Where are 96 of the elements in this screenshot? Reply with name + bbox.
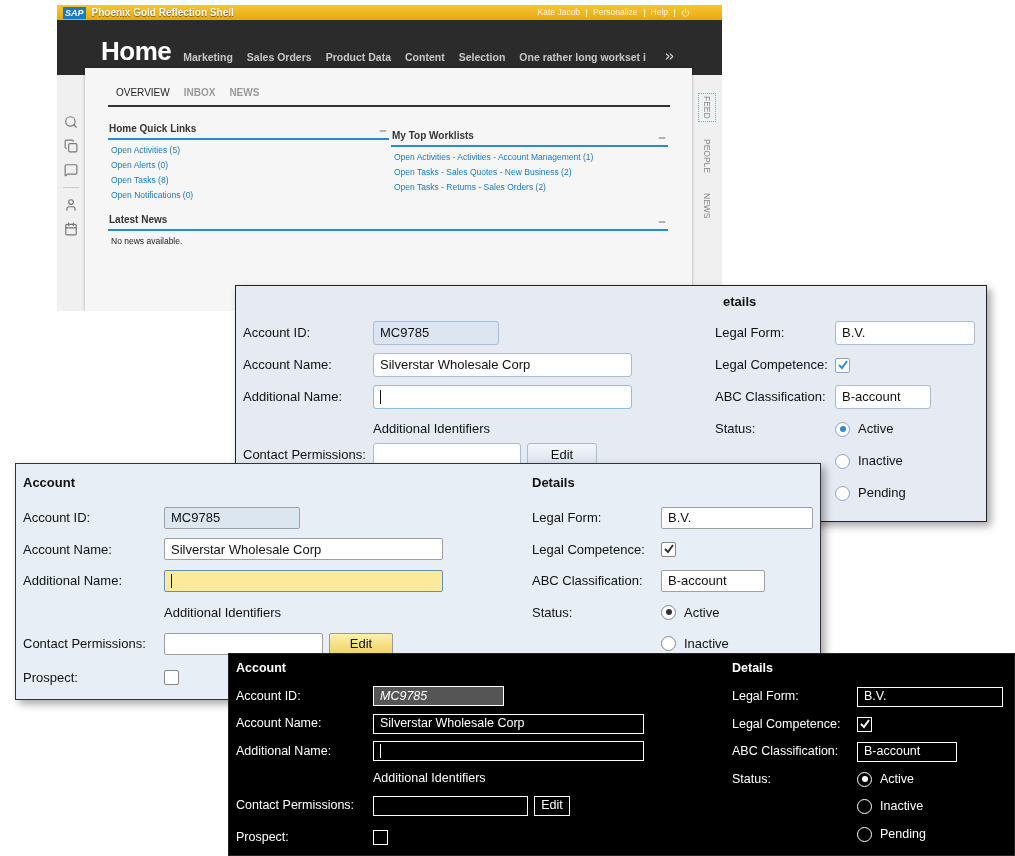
section-title: etails (723, 292, 757, 311)
radio-label: Active (858, 420, 894, 439)
input-field[interactable]: Silverstar Wholesale Corp (373, 353, 632, 377)
input-field[interactable]: MC9785 (164, 506, 300, 529)
workset-tab[interactable]: Marketing (183, 50, 233, 64)
worklist-link[interactable]: Open Activities - Activities - Account Management (1) (394, 150, 668, 165)
section-title: Account (23, 474, 75, 493)
workset-tab[interactable]: Product Data (325, 50, 391, 64)
field-label: Status: (532, 604, 573, 620)
input-field[interactable]: B.V. (857, 686, 1003, 707)
workset-tab[interactable]: Content (405, 50, 445, 64)
radio-label: Active (880, 770, 915, 788)
field-label: Legal Competence: (532, 540, 646, 559)
panel-title: Latest News (109, 213, 168, 227)
input-field[interactable]: MC9785 (373, 321, 499, 345)
worklist-link[interactable]: Open Tasks - Returns - Sales Orders (2) (394, 180, 668, 195)
input-field[interactable]: B-account (835, 385, 931, 409)
input-field[interactable]: MC9785 (373, 686, 504, 707)
edit-button[interactable]: Edit (534, 795, 570, 816)
field-label: Legal Form: (715, 324, 786, 343)
radio-button[interactable] (835, 453, 850, 469)
field-label: Additional Name: (236, 742, 333, 760)
radio-label: Pending (880, 825, 926, 843)
windows-icon[interactable] (64, 139, 78, 153)
input-field[interactable]: B-account (661, 569, 765, 592)
field-label: Account ID: (243, 324, 312, 343)
radio-label: Inactive (858, 452, 903, 471)
section-title: Account (236, 660, 286, 677)
news-message: No news available. (110, 235, 184, 248)
field-label: Contact Permissions: (236, 797, 356, 815)
radio-label: Inactive (880, 798, 924, 816)
worklist-link[interactable]: Open Activities (5) (111, 143, 389, 158)
radio-label: Active (684, 603, 720, 622)
radio-label: Inactive (684, 635, 729, 653)
workset-tab[interactable]: Sales Orders (246, 50, 312, 64)
panel-title: Home Quick Links (109, 122, 197, 136)
field-label: Account ID: (236, 688, 302, 706)
field-label: Legal Form: (732, 688, 800, 706)
section-title: Details (732, 660, 773, 678)
checkbox[interactable] (661, 541, 676, 557)
field-label: Account Name: (236, 715, 323, 733)
section-label: Additional Identifiers (373, 420, 491, 439)
worklist-link[interactable]: Open Notifications (0) (111, 188, 389, 203)
input-field[interactable]: Silverstar Wholesale Corp (373, 713, 644, 734)
field-label: Prospect: (23, 668, 79, 687)
field-label: Legal Competence: (732, 715, 842, 733)
workset-tab[interactable]: Selection (458, 50, 506, 64)
worklist-link[interactable]: Open Alerts (0) (111, 158, 389, 173)
worklist-link[interactable]: Open Tasks (8) (111, 173, 389, 188)
field-label: Account ID: (23, 509, 92, 527)
input-field[interactable] (164, 632, 323, 655)
section-title: Details (532, 474, 575, 493)
field-label: Legal Form: (532, 509, 603, 527)
page-title: Home (101, 38, 172, 64)
input-field[interactable]: Silverstar Wholesale Corp (164, 538, 443, 561)
input-field[interactable]: B-account (857, 741, 957, 762)
speech-bubble-icon[interactable] (64, 163, 78, 177)
field-label: Status: (715, 421, 756, 437)
shell-title: Phoenix Gold Reflection Shell (91, 6, 234, 20)
field-label: ABC Classification: (532, 572, 644, 590)
field-label: Additional Name: (243, 388, 343, 407)
text-cursor-icon (380, 744, 381, 758)
checkbox[interactable] (835, 357, 850, 373)
radio-button[interactable] (661, 604, 676, 620)
input-field[interactable]: B.V. (835, 321, 975, 345)
input-field[interactable] (164, 569, 443, 592)
text-cursor-icon (380, 390, 381, 404)
workset-tab[interactable]: One rather long workset i (519, 50, 646, 64)
section-label: Additional Identifiers (164, 603, 282, 622)
edit-button[interactable]: Edit (329, 632, 393, 655)
input-field[interactable]: B.V. (661, 506, 813, 529)
field-label: ABC Classification: (732, 743, 840, 761)
radio-label: Pending (858, 484, 906, 503)
worklist-link[interactable]: Open Tasks - Sales Quotes - New Business (2) (394, 165, 668, 180)
calendar-icon[interactable] (64, 222, 78, 236)
field-label: Additional Name: (23, 572, 123, 590)
field-label: ABC Classification: (715, 388, 827, 407)
section-label: Additional Identifiers (373, 769, 486, 787)
checkbox[interactable] (164, 670, 179, 685)
field-label: Account Name: (243, 356, 333, 375)
field-label: Legal Competence: (715, 356, 829, 375)
person-icon[interactable] (64, 198, 78, 212)
input-field[interactable] (373, 385, 632, 409)
view-tab[interactable]: OVERVIEW (116, 85, 170, 100)
field-label: Contact Permissions: (243, 446, 367, 465)
radio-button[interactable] (835, 485, 850, 501)
field-label: Account Name: (23, 540, 113, 559)
radio-button[interactable] (835, 421, 850, 437)
field-label: Contact Permissions: (23, 635, 147, 653)
search-icon[interactable] (64, 115, 78, 129)
field-label: Status: (732, 771, 771, 786)
sap-logo: SAP (63, 6, 86, 19)
field-label: Prospect: (236, 828, 290, 846)
text-cursor-icon (171, 573, 172, 588)
panel-title: My Top Worklists (392, 129, 474, 143)
radio-button[interactable] (661, 636, 676, 652)
